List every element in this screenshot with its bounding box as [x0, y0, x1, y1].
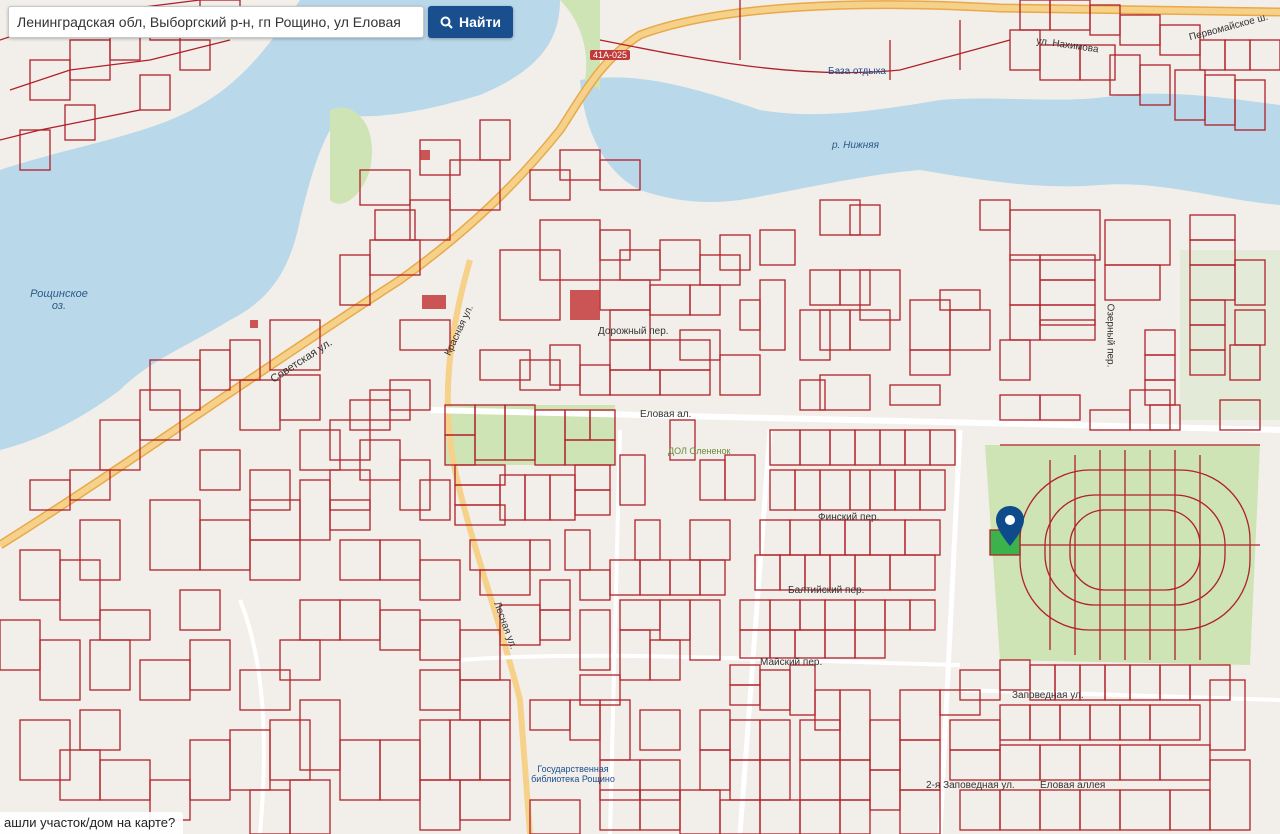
- find-button-label: Найти: [459, 14, 501, 30]
- lake-label: Рощинское оз.: [30, 288, 88, 312]
- road-code-badge: 41А-025: [590, 50, 631, 60]
- street-elovaya-alleya: Еловая аллея: [1040, 780, 1106, 791]
- street-dorozhny: Дорожный пер.: [598, 326, 669, 337]
- search-bar: Найти: [8, 6, 513, 38]
- find-button[interactable]: Найти: [428, 6, 513, 38]
- street-elovaya-al: Еловая ал.: [640, 409, 692, 420]
- street-finsky: Финский пер.: [818, 512, 880, 523]
- location-pin-icon[interactable]: [996, 506, 1024, 546]
- river-label: р. Нижняя: [832, 140, 879, 151]
- search-icon: [440, 16, 453, 29]
- poi-base-label: База отдыха: [828, 66, 886, 77]
- street-ozerny: Озерный пер.: [1104, 303, 1116, 368]
- street-zapovednaya-2: 2-я Заповедная ул.: [926, 780, 1015, 791]
- address-search-input[interactable]: [8, 6, 424, 38]
- poi-library-label: Государственная библиотека Рощино: [531, 764, 615, 784]
- poi-dolphin-label: ДОЛ Олененок: [668, 446, 731, 456]
- found-on-map-prompt[interactable]: ашли участок/дом на карте?: [0, 812, 184, 834]
- street-baltiysky: Балтийский пер.: [788, 585, 865, 596]
- street-zapovednaya: Заповедная ул.: [1012, 690, 1084, 701]
- street-maysky: Майский пер.: [760, 657, 823, 668]
